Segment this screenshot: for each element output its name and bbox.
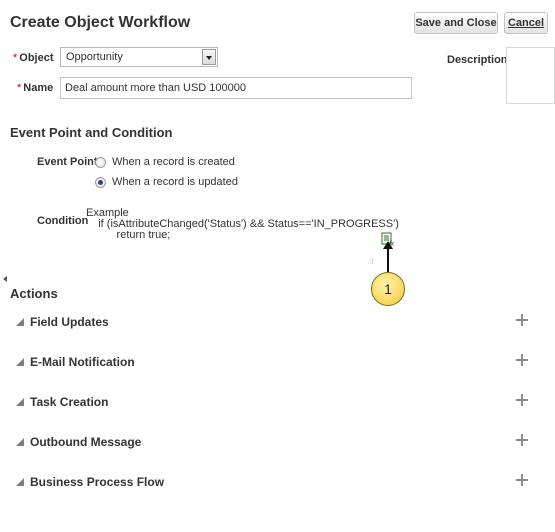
name-field-value: Deal amount more than USD 100000: [65, 82, 246, 94]
chevron-down-icon[interactable]: [202, 49, 216, 65]
action-label: Field Updates: [30, 315, 109, 329]
required-marker: *: [13, 52, 18, 64]
action-label: Outbound Message: [30, 435, 142, 449]
add-icon[interactable]: [516, 434, 528, 446]
event-section-title: Event Point and Condition: [10, 125, 173, 140]
action-row-field-updates[interactable]: Field Updates: [14, 314, 544, 334]
actions-title: Actions: [10, 286, 58, 301]
radio-when-created[interactable]: [95, 157, 106, 168]
radio-when-created-label: When a record is created: [112, 156, 235, 168]
action-label: E-Mail Notification: [30, 355, 135, 369]
condition-label: Condition: [37, 215, 89, 227]
radio-when-updated[interactable]: [95, 177, 106, 188]
callout-pointer: [387, 246, 389, 272]
expand-triangle-icon[interactable]: [16, 478, 24, 486]
cancel-button-label: Cancel: [507, 17, 545, 29]
cancel-button[interactable]: Cancel: [504, 12, 548, 34]
action-label: Task Creation: [30, 395, 109, 409]
add-icon[interactable]: [516, 354, 528, 366]
event-point-label: Event Point: [37, 156, 98, 168]
add-icon[interactable]: [516, 314, 528, 326]
description-label: Description: [447, 54, 508, 66]
expand-triangle-icon[interactable]: [16, 318, 24, 326]
action-label: Business Process Flow: [30, 475, 165, 489]
object-label-wrap: * Object: [13, 52, 54, 64]
name-label-wrap: * Name: [17, 82, 53, 94]
condition-line: return true;: [86, 229, 171, 241]
add-icon[interactable]: [516, 394, 528, 406]
page-title: Create Object Workflow: [10, 14, 191, 31]
save-and-close-button[interactable]: Save and Close: [414, 12, 498, 34]
action-row-outbound-message[interactable]: Outbound Message: [14, 434, 544, 454]
collapse-pane-icon[interactable]: [3, 276, 7, 282]
name-field[interactable]: Deal amount more than USD 100000: [60, 77, 412, 99]
expand-triangle-icon[interactable]: [16, 438, 24, 446]
add-icon[interactable]: [516, 474, 528, 486]
action-row-task-creation[interactable]: Task Creation: [14, 394, 544, 414]
expand-triangle-icon[interactable]: [16, 358, 24, 366]
radio-when-updated-label: When a record is updated: [112, 176, 238, 188]
expand-triangle-icon[interactable]: [16, 398, 24, 406]
object-label: Object: [19, 52, 54, 64]
name-label: Name: [23, 82, 54, 94]
callout-badge: 1: [371, 272, 405, 306]
condition-editor[interactable]: Example if (isAttributeChanged('Status')…: [86, 208, 399, 258]
object-select[interactable]: Opportunity: [60, 47, 218, 67]
required-marker: *: [17, 82, 22, 94]
action-row-email-notification[interactable]: E-Mail Notification: [14, 354, 544, 374]
action-row-business-process-flow[interactable]: Business Process Flow: [14, 474, 544, 494]
object-select-value: Opportunity: [66, 51, 123, 63]
resize-grip-icon[interactable]: .:l: [367, 257, 373, 266]
description-field[interactable]: [506, 47, 555, 104]
